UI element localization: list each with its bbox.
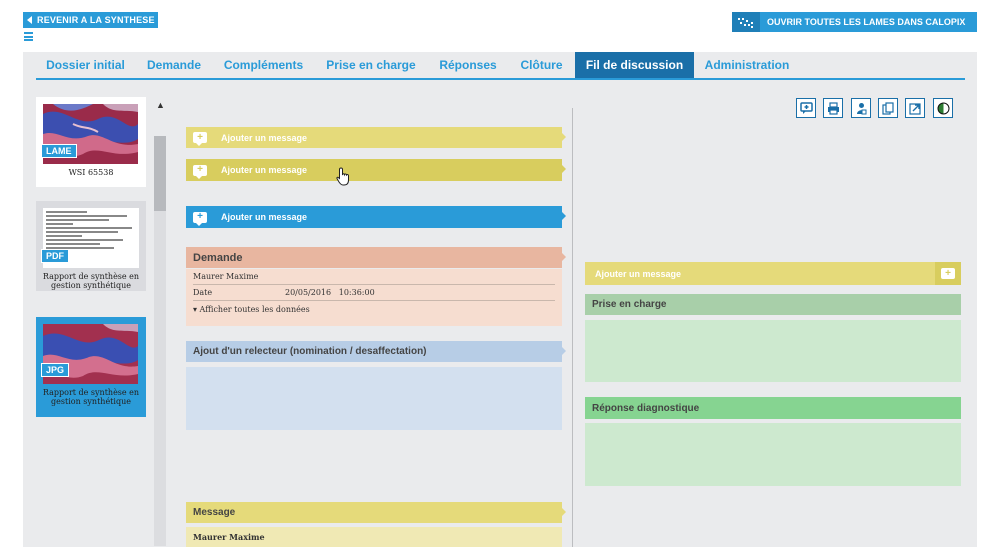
arrow-left-icon <box>27 16 32 24</box>
reponse-title: Réponse diagnostique <box>592 402 700 414</box>
tab-prise-en-charge[interactable]: Prise en charge <box>314 52 428 78</box>
prise-en-charge-title: Prise en charge <box>592 299 667 310</box>
demande-date-row: Date 20/05/2016 10:36:00 <box>193 285 555 301</box>
add-comment-icon: + <box>193 164 207 179</box>
demande-body: Maurer Maxime Date 20/05/2016 10:36:00 ▾… <box>186 269 562 326</box>
reponse-header: Réponse diagnostique <box>585 397 961 419</box>
demande-date-label: Date <box>193 288 213 297</box>
demande-header: Demande <box>186 247 566 268</box>
add-comment-icon: + <box>193 132 207 146</box>
add-message-label: Ajouter un message <box>595 268 682 279</box>
user-lock-icon[interactable] <box>851 98 871 118</box>
tab-fil-de-discussion[interactable]: Fil de discussion <box>575 52 694 78</box>
tab-bar: Dossier initial Demande Compléments Pris… <box>36 52 965 80</box>
relecteur-header: Ajout d'un relecteur (nomination / desaf… <box>186 341 566 362</box>
add-message-button-3[interactable]: + Ajouter un message <box>186 206 566 228</box>
document-caption: Rapport de synthèse en gestion synthétiq… <box>42 272 140 290</box>
print-icon[interactable] <box>823 98 843 118</box>
add-comment-icon: + <box>935 262 961 285</box>
prise-en-charge-header: Prise en charge <box>585 294 961 315</box>
sidebar-scrollbar-thumb[interactable] <box>154 136 166 211</box>
thread-divider <box>572 108 573 547</box>
tab-administration[interactable]: Administration <box>694 52 800 78</box>
open-calopix-label: OUVRIR TOUTES LES LAMES DANS CALOPIX <box>767 17 966 27</box>
relecteur-title: Ajout d'un relecteur (nomination / desaf… <box>193 346 427 357</box>
message-title: Message <box>193 507 236 518</box>
scroll-up-icon[interactable]: ▲ <box>156 100 165 110</box>
tab-demande[interactable]: Demande <box>135 52 213 78</box>
document-card-lame[interactable]: LAME WSI 65538 <box>36 97 146 187</box>
add-comment-icon: + <box>193 211 207 226</box>
document-card-jpg[interactable]: JPG Rapport de synthèse en gestion synth… <box>36 317 146 417</box>
menu-icon[interactable] <box>24 32 33 41</box>
add-message-button-1[interactable]: + Ajouter un message <box>186 127 566 148</box>
contrast-icon[interactable] <box>933 98 953 118</box>
add-message-button-2[interactable]: + Ajouter un message <box>186 159 566 181</box>
add-message-label: Ajouter un message <box>221 212 308 222</box>
demande-title: Demande <box>193 251 243 264</box>
message-header: Message <box>186 502 566 523</box>
badge-lame: LAME <box>41 144 77 158</box>
main-panel: Dossier initial Demande Compléments Pris… <box>23 52 977 547</box>
add-message-button-right[interactable]: Ajouter un message + <box>585 262 961 285</box>
prise-en-charge-body <box>585 320 961 382</box>
slides-icon <box>732 12 760 32</box>
open-calopix-button[interactable]: OUVRIR TOUTES LES LAMES DANS CALOPIX <box>732 12 977 32</box>
relecteur-body <box>186 367 562 430</box>
add-message-label: Ajouter un message <box>221 132 308 143</box>
export-icon[interactable] <box>905 98 925 118</box>
show-all-data-link[interactable]: ▾ Afficher toutes les données <box>193 301 555 317</box>
demande-author: Maurer Maxime <box>193 272 259 281</box>
document-card-pdf[interactable]: PDF Rapport de synthèse en gestion synth… <box>36 201 146 291</box>
back-to-synthesis-button[interactable]: REVENIR A LA SYNTHESE <box>23 12 158 28</box>
copy-icon[interactable] <box>878 98 898 118</box>
tab-dossier-initial[interactable]: Dossier initial <box>36 52 135 78</box>
tab-complements[interactable]: Compléments <box>213 52 314 78</box>
tab-reponses[interactable]: Réponses <box>428 52 508 78</box>
reponse-body <box>585 423 961 486</box>
add-comment-icon[interactable] <box>796 98 816 118</box>
message-author: Maurer Maxime <box>186 527 562 547</box>
demande-date-value: 20/05/2016 10:36:00 <box>285 288 375 297</box>
tab-cloture[interactable]: Clôture <box>508 52 575 78</box>
document-caption: Rapport de synthèse en gestion synthétiq… <box>42 388 140 406</box>
badge-jpg: JPG <box>41 363 70 377</box>
hand-cursor-icon <box>336 167 349 186</box>
add-message-label: Ajouter un message <box>221 165 308 175</box>
demande-author-row: Maurer Maxime <box>193 269 555 285</box>
document-caption: WSI 65538 <box>68 168 114 177</box>
back-to-synthesis-label: REVENIR A LA SYNTHESE <box>37 15 155 25</box>
badge-pdf: PDF <box>41 249 69 263</box>
